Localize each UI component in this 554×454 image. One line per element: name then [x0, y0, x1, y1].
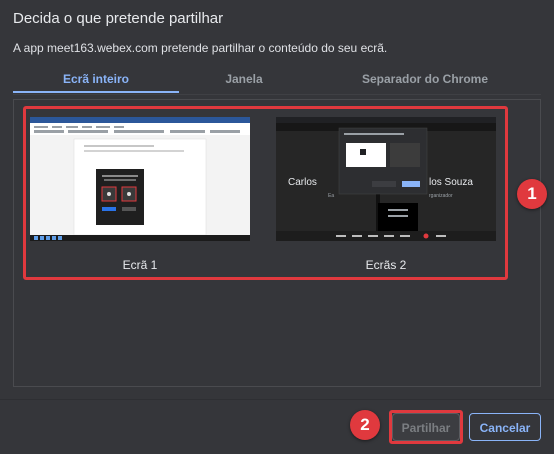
dialog-title: Decida o que pretende partilhar — [13, 10, 224, 27]
tab-entire-screen[interactable]: Ecrã inteiro — [13, 67, 179, 93]
share-screen-dialog: Decida o que pretende partilhar A app me… — [0, 0, 554, 454]
annotation-badge-2: 2 — [350, 410, 380, 440]
cancel-button[interactable]: Cancelar — [469, 413, 541, 441]
tab-bar: Ecrã inteiro Janela Separador do Chrome — [13, 67, 541, 95]
dialog-subtitle: A app meet163.webex.com pretende partilh… — [13, 41, 388, 55]
footer-divider — [0, 399, 554, 400]
tab-window[interactable]: Janela — [179, 67, 309, 93]
tab-chrome-tab[interactable]: Separador do Chrome — [309, 67, 541, 93]
screens-highlight-box — [23, 106, 508, 280]
annotation-badge-1: 1 — [517, 179, 547, 209]
share-button[interactable]: Partilhar — [392, 413, 460, 441]
